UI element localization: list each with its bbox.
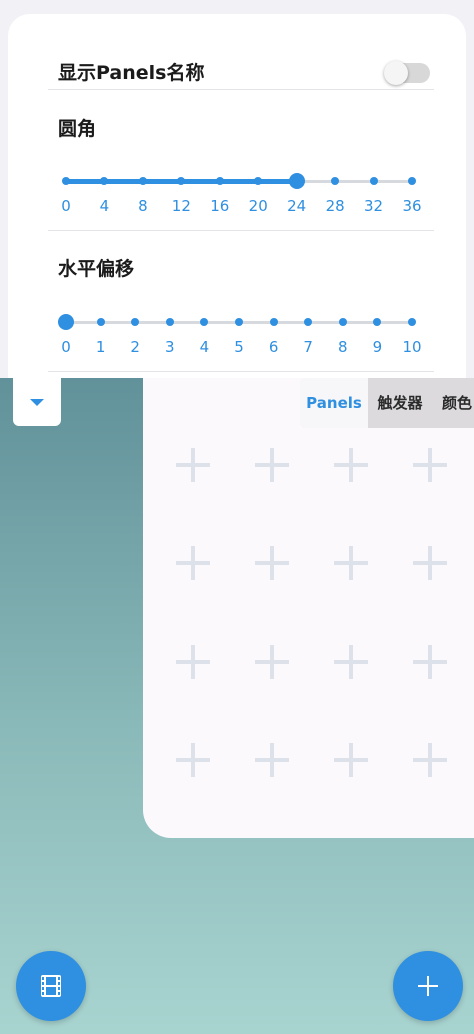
slider-stop[interactable] bbox=[138, 177, 147, 185]
add-slot-plus-icon[interactable] bbox=[334, 645, 368, 679]
tab-panels[interactable]: Panels bbox=[300, 378, 368, 428]
settings-card: 显示Panels名称 圆角 0 4 8 12 16 20 24 28 32 36 水平偏移 012… bbox=[8, 14, 466, 378]
slider-tick-label: 1 bbox=[95, 338, 106, 356]
slider-tick-label: 20 bbox=[248, 197, 268, 215]
add-slot-plus-icon[interactable] bbox=[176, 645, 210, 679]
add-slot-plus-icon[interactable] bbox=[334, 743, 368, 777]
slider-stop[interactable] bbox=[338, 318, 347, 326]
slider-tick-label: 8 bbox=[138, 197, 148, 215]
slider-stop[interactable] bbox=[200, 318, 209, 326]
add-slot-plus-icon[interactable] bbox=[334, 546, 368, 580]
slider-tick-label: 16 bbox=[210, 197, 230, 215]
slider-stop[interactable] bbox=[304, 318, 313, 326]
add-slot-plus-icon[interactable] bbox=[176, 546, 210, 580]
add-slot-plus-icon[interactable] bbox=[413, 645, 447, 679]
add-slot-plus-icon[interactable] bbox=[334, 448, 368, 482]
slider-tick-label: 12 bbox=[171, 197, 191, 215]
add-slot-plus-icon[interactable] bbox=[255, 645, 289, 679]
slider-stop[interactable] bbox=[235, 318, 243, 326]
slider-stop[interactable] bbox=[131, 318, 140, 326]
add-slot-plus-icon[interactable] bbox=[176, 448, 210, 482]
plus-icon bbox=[418, 976, 438, 996]
slider-tick-label: 32 bbox=[364, 197, 384, 215]
toggle-knob bbox=[384, 61, 408, 85]
slider-tick-label: 3 bbox=[165, 338, 175, 356]
slider-tick-label: 0 bbox=[61, 197, 71, 215]
add-slot-plus-icon[interactable] bbox=[413, 546, 447, 580]
slider-stop[interactable] bbox=[408, 318, 416, 326]
slider-tick-label: 7 bbox=[303, 338, 313, 356]
tab-triggers[interactable]: 触发器 bbox=[368, 378, 432, 428]
slider-tick-label: 0 bbox=[61, 338, 71, 356]
slider-tick-label: 36 bbox=[402, 197, 422, 215]
slider-tick-label: 2 bbox=[130, 338, 140, 356]
tab-bar: Panels 触发器 颜色 bbox=[300, 378, 474, 428]
slider-tick-label: 4 bbox=[199, 338, 210, 356]
corner-radius-label: 圆角 bbox=[58, 118, 97, 140]
add-panel-fab-button[interactable] bbox=[393, 951, 463, 1021]
slider-tick-label: 5 bbox=[234, 338, 244, 356]
add-slot-plus-icon[interactable] bbox=[255, 546, 289, 580]
divider bbox=[48, 89, 434, 90]
caret-down-icon bbox=[30, 398, 44, 406]
slider-stop[interactable] bbox=[369, 177, 378, 185]
corner-radius-slider[interactable] bbox=[62, 171, 416, 191]
divider bbox=[48, 230, 434, 231]
slider-tick-label: 8 bbox=[338, 338, 348, 356]
add-slot-plus-icon[interactable] bbox=[413, 448, 447, 482]
film-icon bbox=[41, 975, 61, 997]
divider bbox=[48, 371, 434, 372]
slider-stop[interactable] bbox=[331, 177, 340, 185]
media-fab-button[interactable] bbox=[16, 951, 86, 1021]
slider-tick-label: 4 bbox=[99, 197, 110, 215]
slider-tick-label: 6 bbox=[268, 338, 279, 356]
horizontal-offset-ticks: 0 1 2 3 4 5 6 7 8 9 10 bbox=[61, 338, 421, 358]
corner-radius-ticks: 0 4 8 12 16 20 24 28 32 36 bbox=[61, 197, 421, 217]
slider-tick-label: 24 bbox=[287, 197, 307, 215]
slider-stop[interactable] bbox=[373, 318, 382, 326]
add-slot-plus-icon[interactable] bbox=[255, 448, 289, 482]
slider-stop[interactable] bbox=[269, 318, 278, 326]
add-slot-plus-icon[interactable] bbox=[176, 743, 210, 777]
collapse-settings-button[interactable] bbox=[13, 378, 61, 426]
tab-colors[interactable]: 颜色 bbox=[432, 378, 474, 428]
slider-stop[interactable] bbox=[408, 177, 416, 185]
show-names-toggle[interactable] bbox=[384, 61, 430, 85]
panels-grid bbox=[143, 378, 474, 838]
slider-thumb[interactable] bbox=[288, 173, 305, 189]
horizontal-offset-label: 水平偏移 bbox=[58, 258, 135, 280]
horizontal-offset-slider[interactable] bbox=[58, 312, 416, 332]
add-slot-plus-icon[interactable] bbox=[255, 743, 289, 777]
slider-tick-label: 9 bbox=[372, 338, 383, 356]
slider-stop[interactable] bbox=[96, 318, 105, 326]
show-names-label: 显示Panels名称 bbox=[58, 62, 205, 84]
slider-stop[interactable] bbox=[165, 318, 174, 326]
slider-stop[interactable] bbox=[62, 177, 70, 185]
add-slot-plus-icon[interactable] bbox=[413, 743, 447, 777]
slider-tick-label: 28 bbox=[325, 197, 345, 215]
slider-stop[interactable] bbox=[215, 177, 224, 185]
slider-thumb[interactable] bbox=[58, 314, 74, 330]
slider-tick-label: 10 bbox=[402, 338, 422, 356]
show-names-row[interactable]: 显示Panels名称 bbox=[58, 58, 430, 88]
